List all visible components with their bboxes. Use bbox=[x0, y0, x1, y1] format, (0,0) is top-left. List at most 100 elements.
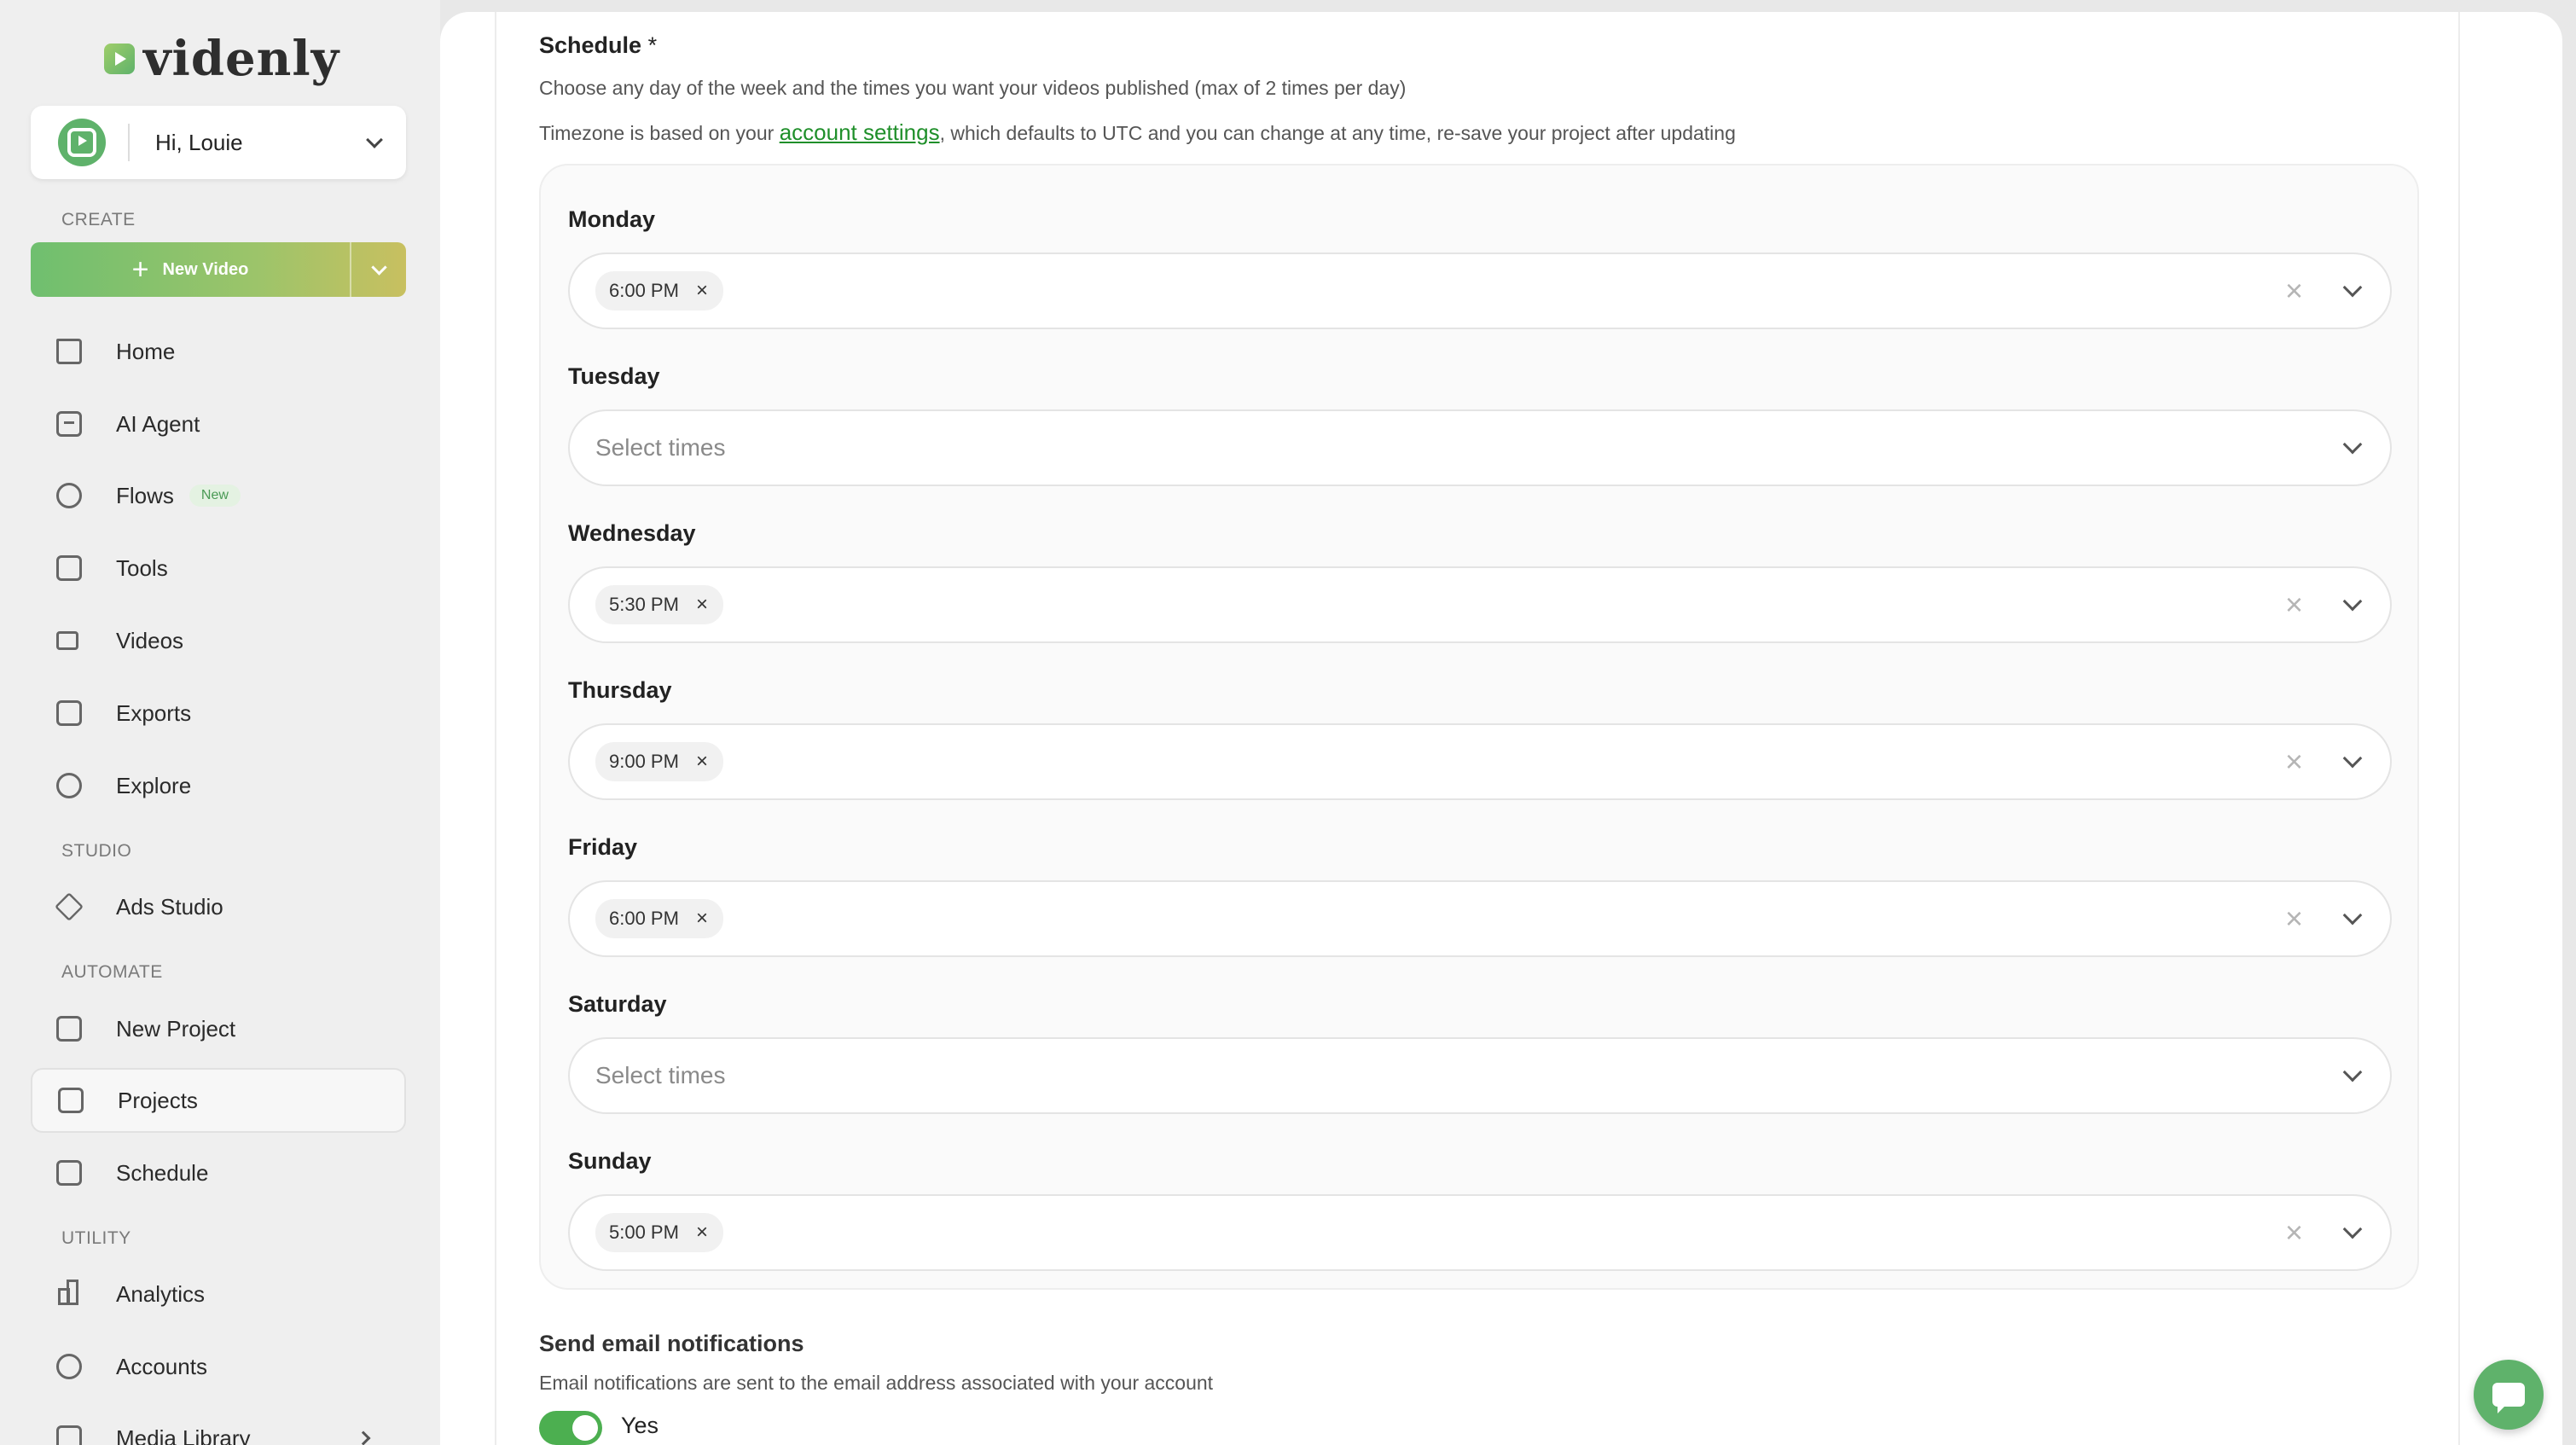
sidebar-item-media-library[interactable]: Media Library bbox=[31, 1406, 406, 1445]
sidebar-item-new-project[interactable]: New Project bbox=[31, 996, 406, 1061]
video-icon bbox=[56, 631, 78, 650]
time-chip-label: 5:00 PM bbox=[609, 1222, 679, 1243]
user-menu[interactable]: Hi, Louie bbox=[31, 106, 406, 179]
select-placeholder: Select times bbox=[595, 434, 726, 461]
chat-icon bbox=[56, 411, 82, 437]
sidebar-item-analytics[interactable]: Analytics bbox=[31, 1262, 406, 1326]
project-form: Schedule * Choose any day of the week an… bbox=[495, 12, 2460, 1445]
schedule-title: Schedule * bbox=[539, 32, 657, 59]
sidebar-item-label: Tools bbox=[116, 554, 168, 581]
account-settings-link[interactable]: account settings bbox=[780, 119, 940, 145]
chevron-down-icon[interactable] bbox=[2342, 905, 2363, 926]
sidebar-item-explore[interactable]: Explore bbox=[31, 753, 406, 818]
sidebar-item-label: Projects bbox=[118, 1087, 198, 1113]
time-chip: 9:00 PM × bbox=[595, 742, 723, 781]
day-label-monday: Monday bbox=[568, 206, 656, 232]
day-label-saturday: Saturday bbox=[568, 991, 667, 1017]
email-notifications-title: Send email notifications bbox=[539, 1331, 804, 1356]
new-badge: New bbox=[189, 485, 241, 507]
chevron-down-icon[interactable] bbox=[2342, 748, 2363, 769]
chevron-down-icon[interactable] bbox=[2342, 434, 2363, 455]
chat-support-button[interactable] bbox=[2474, 1360, 2544, 1430]
sidebar-item-label: Home bbox=[116, 338, 176, 364]
sidebar-item-label: Ads Studio bbox=[116, 893, 223, 920]
time-chip-label: 5:30 PM bbox=[609, 594, 679, 615]
sidebar-item-schedule[interactable]: Schedule bbox=[31, 1140, 406, 1205]
sidebar-item-label: Exports bbox=[116, 699, 192, 726]
remove-chip-icon[interactable]: × bbox=[696, 1222, 708, 1243]
tools-icon bbox=[56, 555, 82, 581]
section-label-studio: STUDIO bbox=[61, 841, 132, 861]
sidebar-item-label: Analytics bbox=[116, 1280, 206, 1307]
sidebar-item-videos[interactable]: Videos bbox=[31, 608, 406, 673]
time-chip-label: 6:00 PM bbox=[609, 280, 679, 301]
toggle-knob bbox=[572, 1415, 598, 1441]
sidebar-item-ads-studio[interactable]: Ads Studio bbox=[31, 874, 406, 939]
chevron-down-icon bbox=[366, 131, 383, 148]
home-icon bbox=[56, 339, 82, 364]
times-select-wednesday[interactable]: 5:30 PM × × bbox=[568, 566, 2392, 643]
clear-icon[interactable]: × bbox=[2285, 746, 2303, 777]
sidebar-item-label: Schedule bbox=[116, 1159, 209, 1186]
new-video-button[interactable]: + New Video bbox=[31, 242, 406, 297]
library-icon bbox=[56, 1425, 82, 1445]
email-notifications-toggle[interactable] bbox=[539, 1411, 602, 1445]
brand-logo[interactable]: videnly bbox=[104, 31, 339, 87]
schedule-help: Choose any day of the week and the times… bbox=[539, 77, 1407, 99]
chevron-down-icon[interactable] bbox=[2342, 1062, 2363, 1082]
sidebar: videnly Hi, Louie CREATE + New Video Hom… bbox=[0, 0, 440, 1445]
schedule-days: Monday 6:00 PM × × Tuesday Select times W… bbox=[539, 164, 2419, 1290]
day-label-thursday: Thursday bbox=[568, 677, 672, 703]
remove-chip-icon[interactable]: × bbox=[696, 595, 708, 615]
bar-chart-icon bbox=[56, 1280, 82, 1307]
toggle-label: Yes bbox=[621, 1413, 659, 1438]
day-label-tuesday: Tuesday bbox=[568, 363, 660, 389]
new-video-main[interactable]: + New Video bbox=[31, 255, 350, 284]
chevron-down-icon[interactable] bbox=[2342, 1219, 2363, 1239]
clear-icon[interactable]: × bbox=[2285, 903, 2303, 934]
clear-icon[interactable]: × bbox=[2285, 276, 2303, 306]
diamond-icon bbox=[55, 892, 84, 921]
sidebar-item-ai-agent[interactable]: AI Agent bbox=[31, 392, 406, 456]
time-chip: 6:00 PM × bbox=[595, 271, 723, 310]
sidebar-item-tools[interactable]: Tools bbox=[31, 536, 406, 601]
sidebar-item-label: Explore bbox=[116, 772, 192, 798]
timezone-help-text: Timezone is based on your bbox=[539, 122, 780, 144]
plus-icon: + bbox=[131, 253, 149, 286]
clear-icon[interactable]: × bbox=[2285, 589, 2303, 620]
compass-icon bbox=[56, 773, 82, 798]
times-select-monday[interactable]: 6:00 PM × × bbox=[568, 252, 2392, 329]
flows-icon bbox=[56, 483, 82, 508]
new-video-dropdown[interactable] bbox=[350, 242, 406, 297]
timezone-help-text-end: , which defaults to UTC and you can chan… bbox=[939, 122, 1736, 144]
chevron-down-icon[interactable] bbox=[2342, 591, 2363, 612]
clear-icon[interactable]: × bbox=[2285, 1217, 2303, 1248]
time-chip: 6:00 PM × bbox=[595, 899, 723, 938]
calendar-icon bbox=[56, 1160, 82, 1186]
timezone-help: Timezone is based on your account settin… bbox=[539, 119, 1736, 146]
avatar bbox=[58, 119, 106, 166]
sidebar-item-exports[interactable]: Exports bbox=[31, 681, 406, 746]
remove-chip-icon[interactable]: × bbox=[696, 908, 708, 929]
chevron-down-icon bbox=[370, 258, 387, 276]
sidebar-item-flows[interactable]: Flows New bbox=[31, 463, 406, 528]
times-select-sunday[interactable]: 5:00 PM × × bbox=[568, 1194, 2392, 1271]
sidebar-item-accounts[interactable]: Accounts bbox=[31, 1334, 406, 1399]
divider bbox=[128, 124, 130, 161]
chevron-down-icon[interactable] bbox=[2342, 277, 2363, 298]
section-label-utility: UTILITY bbox=[61, 1228, 131, 1248]
chat-bubble-icon bbox=[2492, 1383, 2525, 1413]
remove-chip-icon[interactable]: × bbox=[696, 281, 708, 301]
remove-chip-icon[interactable]: × bbox=[696, 752, 708, 772]
times-select-thursday[interactable]: 9:00 PM × × bbox=[568, 723, 2392, 800]
times-select-friday[interactable]: 6:00 PM × × bbox=[568, 880, 2392, 957]
sidebar-item-home[interactable]: Home bbox=[31, 319, 406, 384]
sidebar-item-projects[interactable]: Projects bbox=[31, 1068, 406, 1133]
time-chip: 5:30 PM × bbox=[595, 585, 723, 624]
times-select-tuesday[interactable]: Select times bbox=[568, 409, 2392, 486]
sidebar-item-label: Media Library bbox=[116, 1425, 251, 1445]
sidebar-item-label: AI Agent bbox=[116, 410, 200, 437]
brand-name: videnly bbox=[143, 31, 340, 87]
chevron-right-icon bbox=[356, 1430, 371, 1445]
times-select-saturday[interactable]: Select times bbox=[568, 1037, 2392, 1114]
